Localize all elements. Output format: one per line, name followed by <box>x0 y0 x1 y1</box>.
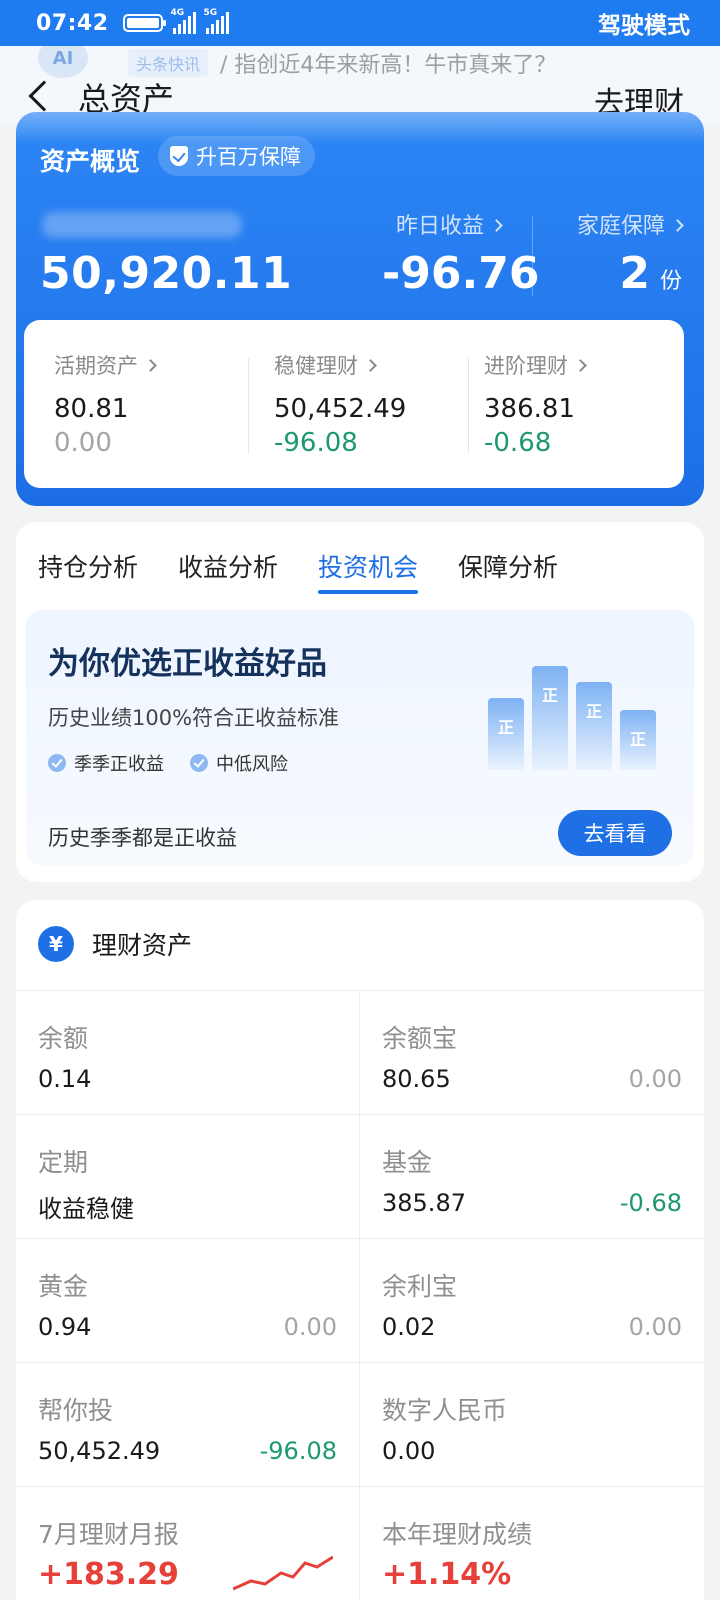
tab-protection-analysis[interactable]: 保障分析 <box>458 548 558 594</box>
chevron-right-icon <box>490 218 503 232</box>
asset-breakdown-panel: 活期资产 80.81 0.00 稳健理财 50,452.49 -96.08 进阶… <box>24 320 684 488</box>
chevron-right-icon <box>364 358 377 372</box>
advanced-finance-amount: 386.81 <box>484 394 575 424</box>
tab-holdings-analysis[interactable]: 持仓分析 <box>38 548 138 594</box>
finance-assets-card: ¥ 理财资产 余额 0.14 余额宝 80.65 0.00 定期 收益稳健 基金 <box>16 900 704 1600</box>
yesterday-earnings-link[interactable]: 昨日收益 <box>396 208 503 240</box>
finance-assets-title: 理财资产 <box>92 931 193 960</box>
total-assets-value: 50,920.11 <box>40 248 293 299</box>
tag-item: 中低风险 <box>190 750 288 776</box>
asset-overview-card: 资产概览 升百万保障 50,920.11 昨日收益 -96.76 家庭保障 2份… <box>16 112 704 506</box>
opportunity-subtitle: 历史业绩100%符合正收益标准 <box>48 706 340 730</box>
ticker-text: / 指创近4年来新高！牛市真来了？ <box>220 53 557 78</box>
analysis-card: 持仓分析 收益分析 投资机会 保障分析 为你优选正收益好品 历史业绩100%符合… <box>16 522 704 882</box>
protection-badge-label: 升百万保障 <box>196 145 301 169</box>
battery-icon <box>122 14 166 32</box>
advanced-finance-column[interactable]: 进阶理财 386.81 -0.68 <box>484 350 694 458</box>
assets-row: 余额 0.14 余额宝 80.65 0.00 <box>16 990 704 1115</box>
opportunity-banner[interactable]: 为你优选正收益好品 历史业绩100%符合正收益标准 季季正收益 中低风险 正 正… <box>26 610 694 866</box>
stable-finance-amount: 50,452.49 <box>274 394 407 424</box>
family-protection-link[interactable]: 家庭保障 <box>577 208 684 240</box>
chevron-right-icon <box>144 358 157 372</box>
blurred-label <box>42 212 242 238</box>
asset-cell-digital-rmb[interactable]: 数字人民币 0.00 <box>360 1363 704 1487</box>
check-circle-icon <box>190 754 208 772</box>
chevron-right-icon <box>671 218 684 232</box>
opportunity-tags: 季季正收益 中低风险 <box>48 750 288 776</box>
illustration-bar: 正 <box>620 710 656 770</box>
signal-icon-5g: 5G <box>204 8 229 34</box>
chevron-right-icon <box>574 358 587 372</box>
asset-cell-yulibao[interactable]: 余利宝 0.02 0.00 <box>360 1239 704 1363</box>
status-time: 07:42 <box>36 10 109 36</box>
current-assets-change: 0.00 <box>54 428 112 458</box>
asset-cell-fixed-term[interactable]: 定期 收益稳健 <box>16 1115 360 1239</box>
asset-cell-balance[interactable]: 余额 0.14 <box>16 991 360 1115</box>
assets-row: 帮你投 50,452.49 -96.08 数字人民币 0.00 <box>16 1362 704 1487</box>
driving-mode-label[interactable]: 驾驶模式 <box>598 6 690 40</box>
assets-row: 定期 收益稳健 基金 385.87 -0.68 <box>16 1114 704 1239</box>
opportunity-title: 为你优选正收益好品 <box>48 646 327 682</box>
family-protection-value: 2份 <box>619 248 682 299</box>
news-ticker[interactable]: 头条快讯 / 指创近4年来新高！牛市真来了？ <box>128 46 648 80</box>
assets-row: 7月理财月报 +183.29 本年理财成绩 +1.14% <box>16 1486 704 1600</box>
opportunity-footer: 历史季季都是正收益 <box>48 826 237 850</box>
back-icon[interactable] <box>22 76 60 116</box>
illustration-bar: 正 <box>488 698 524 770</box>
assets-grid: 余额 0.14 余额宝 80.65 0.00 定期 收益稳健 基金 385.87… <box>16 990 704 1600</box>
stable-finance-change: -96.08 <box>274 428 358 458</box>
current-assets-amount: 80.81 <box>54 394 129 424</box>
tab-investment-opportunity[interactable]: 投资机会 <box>318 548 419 594</box>
status-bar: 07:42 4G 5G 驾驶模式 <box>0 0 720 46</box>
tag-item: 季季正收益 <box>48 750 164 776</box>
stable-finance-column[interactable]: 稳健理财 50,452.49 -96.08 <box>274 350 484 458</box>
analysis-tabs: 持仓分析 收益分析 投资机会 保障分析 <box>38 548 558 594</box>
signal-icon-4g: 4G <box>171 8 196 34</box>
illustration-bar: 正 <box>532 666 568 770</box>
divider <box>248 358 249 454</box>
asset-cell-gold[interactable]: 黄金 0.94 0.00 <box>16 1239 360 1363</box>
asset-cell-fund[interactable]: 基金 385.87 -0.68 <box>360 1115 704 1239</box>
go-see-button[interactable]: 去看看 <box>558 810 672 856</box>
tab-earnings-analysis[interactable]: 收益分析 <box>178 548 278 594</box>
illustration-bar: 正 <box>576 682 612 770</box>
ticker-chip: 头条快讯 <box>128 49 209 77</box>
sparkline-chart <box>233 1555 333 1591</box>
advanced-finance-change: -0.68 <box>484 428 552 458</box>
asset-cell-yuebao[interactable]: 余额宝 80.65 0.00 <box>360 991 704 1115</box>
check-circle-icon <box>48 754 66 772</box>
monthly-report-cell[interactable]: 7月理财月报 +183.29 <box>16 1487 360 1600</box>
shield-icon <box>170 146 188 166</box>
asset-cell-help-invest[interactable]: 帮你投 50,452.49 -96.08 <box>16 1363 360 1487</box>
annual-performance-cell[interactable]: 本年理财成绩 +1.14% <box>360 1487 704 1600</box>
yesterday-earnings-value: -96.76 <box>382 248 540 299</box>
protection-badge[interactable]: 升百万保障 <box>158 136 315 176</box>
yen-icon: ¥ <box>38 926 74 962</box>
divider <box>532 216 533 296</box>
divider <box>468 358 469 454</box>
finance-assets-header: ¥ 理财资产 <box>38 926 192 962</box>
current-assets-column[interactable]: 活期资产 80.81 0.00 <box>54 350 264 458</box>
assets-row: 黄金 0.94 0.00 余利宝 0.02 0.00 <box>16 1238 704 1363</box>
bar-illustration: 正 正 正 正 <box>488 650 668 770</box>
overview-title: 资产概览 <box>40 147 141 176</box>
